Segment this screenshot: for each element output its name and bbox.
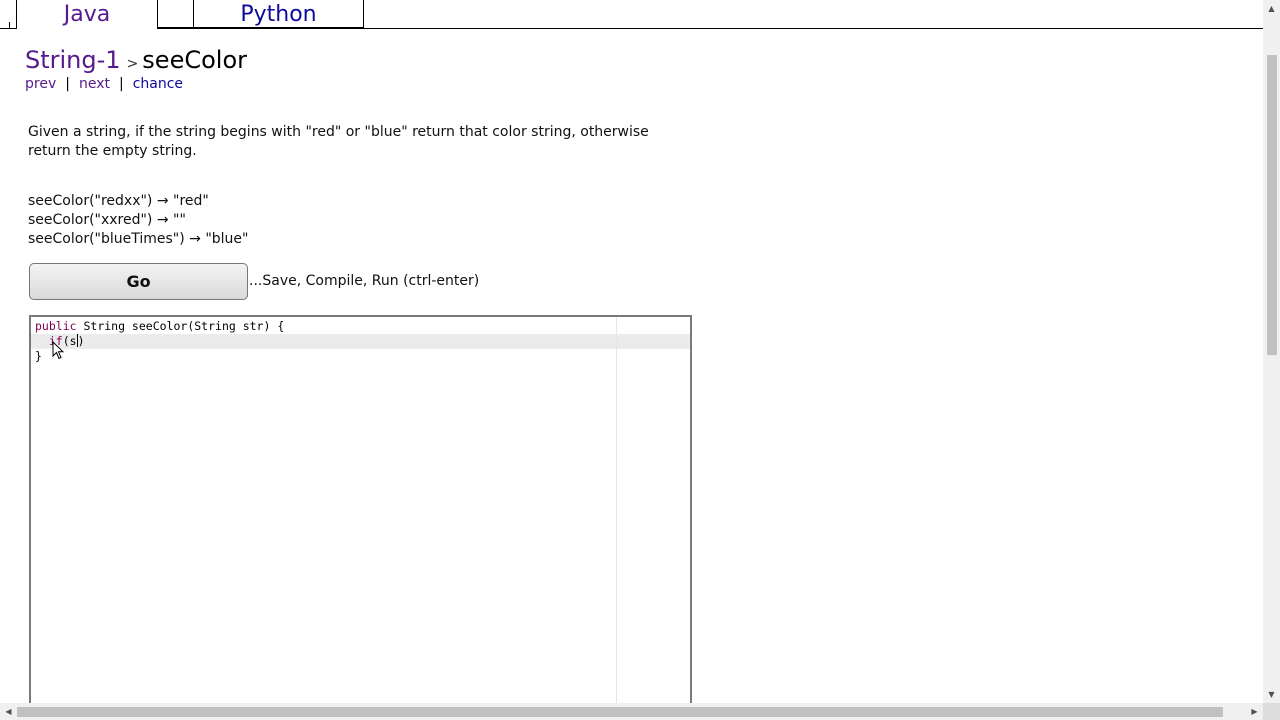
go-hint: ...Save, Compile, Run (ctrl-enter) [249, 273, 480, 289]
tab-divider-line [0, 28, 1264, 29]
active-line-highlight [31, 334, 690, 349]
horizontal-scrollbar[interactable]: ◀ ▶ [0, 703, 1263, 720]
code-line-3: } [35, 349, 42, 363]
mouse-pointer-icon [52, 341, 64, 360]
chance-link[interactable]: chance [133, 76, 183, 92]
example-line: seeColor("blueTimes") → "blue" [28, 231, 249, 247]
code-keyword: public [35, 319, 77, 333]
problem-nav: prev | next | chance [25, 74, 183, 94]
tab-spacer [157, 0, 194, 28]
scroll-up-icon[interactable]: ▲ [1263, 0, 1280, 17]
code-text: String seeColor(String str) { [76, 319, 285, 333]
scrollbar-corner [1263, 703, 1280, 720]
next-link[interactable]: next [79, 76, 110, 92]
breadcrumb-separator: > [126, 56, 139, 72]
nav-divider: | [118, 76, 124, 92]
code-editor[interactable]: public String seeColor(String str) { if(… [29, 315, 692, 717]
vertical-scroll-thumb[interactable] [1267, 55, 1277, 355]
nav-divider: | [65, 76, 70, 92]
print-margin [616, 317, 617, 717]
code-text: ) [77, 334, 85, 348]
horizontal-scroll-thumb[interactable] [17, 707, 1223, 717]
breadcrumb-section-link[interactable]: String-1 [25, 46, 121, 74]
page: Java Python String-1 > seeColor prev | next |… [0, 0, 1280, 720]
problem-description: Given a string, if the string begins wit… [28, 124, 649, 159]
scroll-right-icon[interactable]: ▶ [1246, 703, 1263, 720]
go-button[interactable]: Go [29, 263, 248, 300]
tab-python[interactable]: Python [193, 0, 364, 28]
scroll-left-icon[interactable]: ◀ [0, 703, 17, 720]
code-line-1: public String seeColor(String str) { [35, 319, 284, 334]
examples-list: seeColor("redxx") → "red" seeColor("xxre… [28, 192, 248, 249]
scroll-down-icon[interactable]: ▼ [1263, 686, 1280, 703]
problem-name: seeColor [142, 46, 247, 74]
example-line: seeColor("xxred") → "" [28, 212, 186, 228]
vertical-scrollbar[interactable]: ▲ ▼ [1263, 0, 1280, 703]
tab-java[interactable]: Java [16, 0, 158, 29]
prev-link[interactable]: prev [25, 76, 56, 92]
code-text: (s [62, 334, 77, 348]
example-line: seeColor("redxx") → "red" [28, 193, 209, 209]
